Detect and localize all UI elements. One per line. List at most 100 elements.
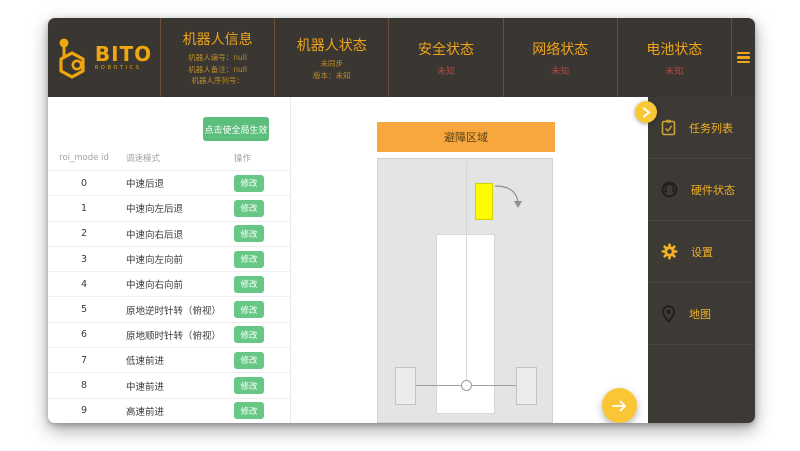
modify-button[interactable]: 修改 bbox=[234, 301, 264, 318]
tab-safety-status[interactable]: 安全状态 未知 bbox=[388, 18, 502, 97]
modify-button[interactable]: 修改 bbox=[234, 402, 264, 419]
bito-hexagon-logo-icon bbox=[56, 35, 90, 81]
tab-title: 电池状态 bbox=[646, 39, 702, 59]
tab-title: 机器人信息 bbox=[183, 29, 253, 49]
sidebar-item-label: 设置 bbox=[691, 244, 713, 260]
avoidance-zone-map bbox=[377, 158, 553, 423]
tab-title: 网络状态 bbox=[532, 39, 588, 59]
modify-button[interactable]: 修改 bbox=[234, 251, 264, 268]
row-mode: 原地顺时针转（俯视） bbox=[120, 328, 234, 342]
row-mode: 中速向左向前 bbox=[120, 252, 234, 266]
robot-left-wheel bbox=[395, 367, 416, 405]
table-row: 5 原地逆时针转（俯视） 修改 bbox=[48, 296, 290, 321]
yellow-obstacle-zone[interactable] bbox=[475, 183, 493, 220]
speed-mode-table: 0 中速后退 修改 1 中速向左后退 修改 2 中速向右后退 修改 3 中速向左… bbox=[48, 170, 290, 423]
row-id: 8 bbox=[48, 380, 120, 391]
hamburger-menu-button[interactable] bbox=[731, 18, 755, 97]
avoidance-zone-banner: 避障区域 bbox=[377, 122, 555, 152]
row-id: 0 bbox=[48, 178, 120, 189]
row-mode: 中速向左后退 bbox=[120, 201, 234, 215]
row-id: 5 bbox=[48, 304, 120, 315]
row-mode: 中速向右向前 bbox=[120, 277, 234, 291]
row-id: 3 bbox=[48, 254, 120, 265]
column-speed-mode: 调速模式 bbox=[120, 152, 234, 164]
tab-robot-status[interactable]: 机器人状态 未同步 版本：未知 bbox=[274, 18, 388, 97]
sync-status-line: 未同步 bbox=[313, 58, 351, 70]
modify-button[interactable]: 修改 bbox=[234, 175, 264, 192]
main-body: 点击使全局生效 roi_mode id 调速模式 操作 0 中速后退 修改 1 … bbox=[48, 97, 755, 423]
chevron-right-icon bbox=[642, 107, 651, 118]
tab-title: 机器人状态 bbox=[297, 35, 367, 55]
sidebar-item-label: 硬件状态 bbox=[691, 182, 735, 198]
row-id: 7 bbox=[48, 355, 120, 366]
status-badge: 未知 bbox=[551, 64, 569, 77]
robot-serial-line: 机器人序列号： bbox=[188, 75, 247, 87]
row-mode: 低速前进 bbox=[120, 353, 234, 367]
robot-center-hub bbox=[461, 380, 472, 391]
logo-sub-text: ROBOTICS bbox=[95, 66, 152, 71]
sidebar-collapse-button[interactable] bbox=[635, 101, 657, 123]
hamburger-icon bbox=[737, 56, 750, 58]
row-id: 9 bbox=[48, 405, 120, 416]
avoidance-map-panel: 避障区域 bbox=[291, 97, 648, 423]
next-page-fab[interactable] bbox=[602, 388, 637, 423]
tab-robot-info[interactable]: 机器人信息 机器人编号：null 机器人备注：null 机器人序列号： bbox=[160, 18, 274, 97]
row-mode: 高速前进 bbox=[120, 404, 234, 418]
table-row: 2 中速向右后退 修改 bbox=[48, 221, 290, 246]
status-badge: 未知 bbox=[665, 64, 683, 77]
table-row: 7 低速前进 修改 bbox=[48, 347, 290, 372]
modify-button[interactable]: 修改 bbox=[234, 326, 264, 343]
clipboard-icon bbox=[661, 119, 676, 136]
hamburger-icon bbox=[737, 61, 750, 63]
row-mode: 中速前进 bbox=[120, 379, 234, 393]
bito-logo: BITO ROBOTICS bbox=[48, 18, 160, 97]
apply-global-button[interactable]: 点击使全局生效 bbox=[203, 117, 269, 141]
headset-icon bbox=[661, 181, 678, 198]
right-sidebar: 任务列表 硬件状态 bbox=[648, 97, 755, 423]
speed-mode-panel: 点击使全局生效 roi_mode id 调速模式 操作 0 中速后退 修改 1 … bbox=[48, 97, 291, 423]
top-header: BITO ROBOTICS 机器人信息 机器人编号：null 机器人备注：nul… bbox=[48, 18, 755, 97]
status-badge: 未知 bbox=[437, 64, 455, 77]
modify-button[interactable]: 修改 bbox=[234, 352, 264, 369]
row-id: 6 bbox=[48, 329, 120, 340]
robot-id-line: 机器人编号：null bbox=[188, 52, 247, 64]
robot-note-line: 机器人备注：null bbox=[188, 64, 247, 76]
modify-button[interactable]: 修改 bbox=[234, 377, 264, 394]
table-row: 9 高速前进 修改 bbox=[48, 398, 290, 423]
table-row: 6 原地顺时针转（俯视） 修改 bbox=[48, 322, 290, 347]
tab-battery-status[interactable]: 电池状态 未知 bbox=[617, 18, 731, 97]
sidebar-item-map[interactable]: 地图 bbox=[648, 283, 755, 345]
sidebar-item-label: 任务列表 bbox=[689, 120, 733, 136]
sidebar-item-hardware-status[interactable]: 硬件状态 bbox=[648, 159, 755, 221]
row-mode: 原地逆时针转（俯视） bbox=[120, 303, 234, 317]
column-operation: 操作 bbox=[234, 152, 290, 164]
modify-button[interactable]: 修改 bbox=[234, 225, 264, 242]
tab-network-status[interactable]: 网络状态 未知 bbox=[503, 18, 617, 97]
tab-title: 安全状态 bbox=[418, 39, 474, 59]
column-roi-mode-id: roi_mode id bbox=[48, 153, 120, 163]
gear-icon bbox=[661, 243, 678, 260]
sidebar-item-label: 地图 bbox=[689, 306, 711, 322]
table-header: roi_mode id 调速模式 操作 bbox=[48, 147, 290, 169]
app-window: BITO ROBOTICS 机器人信息 机器人编号：null 机器人备注：nul… bbox=[48, 18, 755, 423]
sidebar-item-task-list[interactable]: 任务列表 bbox=[648, 97, 755, 159]
row-id: 2 bbox=[48, 228, 120, 239]
robot-right-wheel bbox=[516, 367, 537, 405]
version-status-line: 版本：未知 bbox=[313, 70, 351, 82]
table-row: 3 中速向左向前 修改 bbox=[48, 246, 290, 271]
table-row: 8 中速前进 修改 bbox=[48, 372, 290, 397]
row-mode: 中速向右后退 bbox=[120, 227, 234, 241]
table-row: 4 中速向右向前 修改 bbox=[48, 271, 290, 296]
sidebar-item-settings[interactable]: 设置 bbox=[648, 221, 755, 283]
row-id: 4 bbox=[48, 279, 120, 290]
arrow-right-icon bbox=[612, 400, 627, 412]
pin-icon bbox=[661, 305, 676, 323]
row-id: 1 bbox=[48, 203, 120, 214]
modify-button[interactable]: 修改 bbox=[234, 200, 264, 217]
table-row: 0 中速后退 修改 bbox=[48, 170, 290, 195]
row-mode: 中速后退 bbox=[120, 176, 234, 190]
modify-button[interactable]: 修改 bbox=[234, 276, 264, 293]
logo-brand-text: BITO bbox=[95, 44, 152, 64]
hamburger-icon bbox=[737, 52, 750, 54]
table-row: 1 中速向左后退 修改 bbox=[48, 195, 290, 220]
